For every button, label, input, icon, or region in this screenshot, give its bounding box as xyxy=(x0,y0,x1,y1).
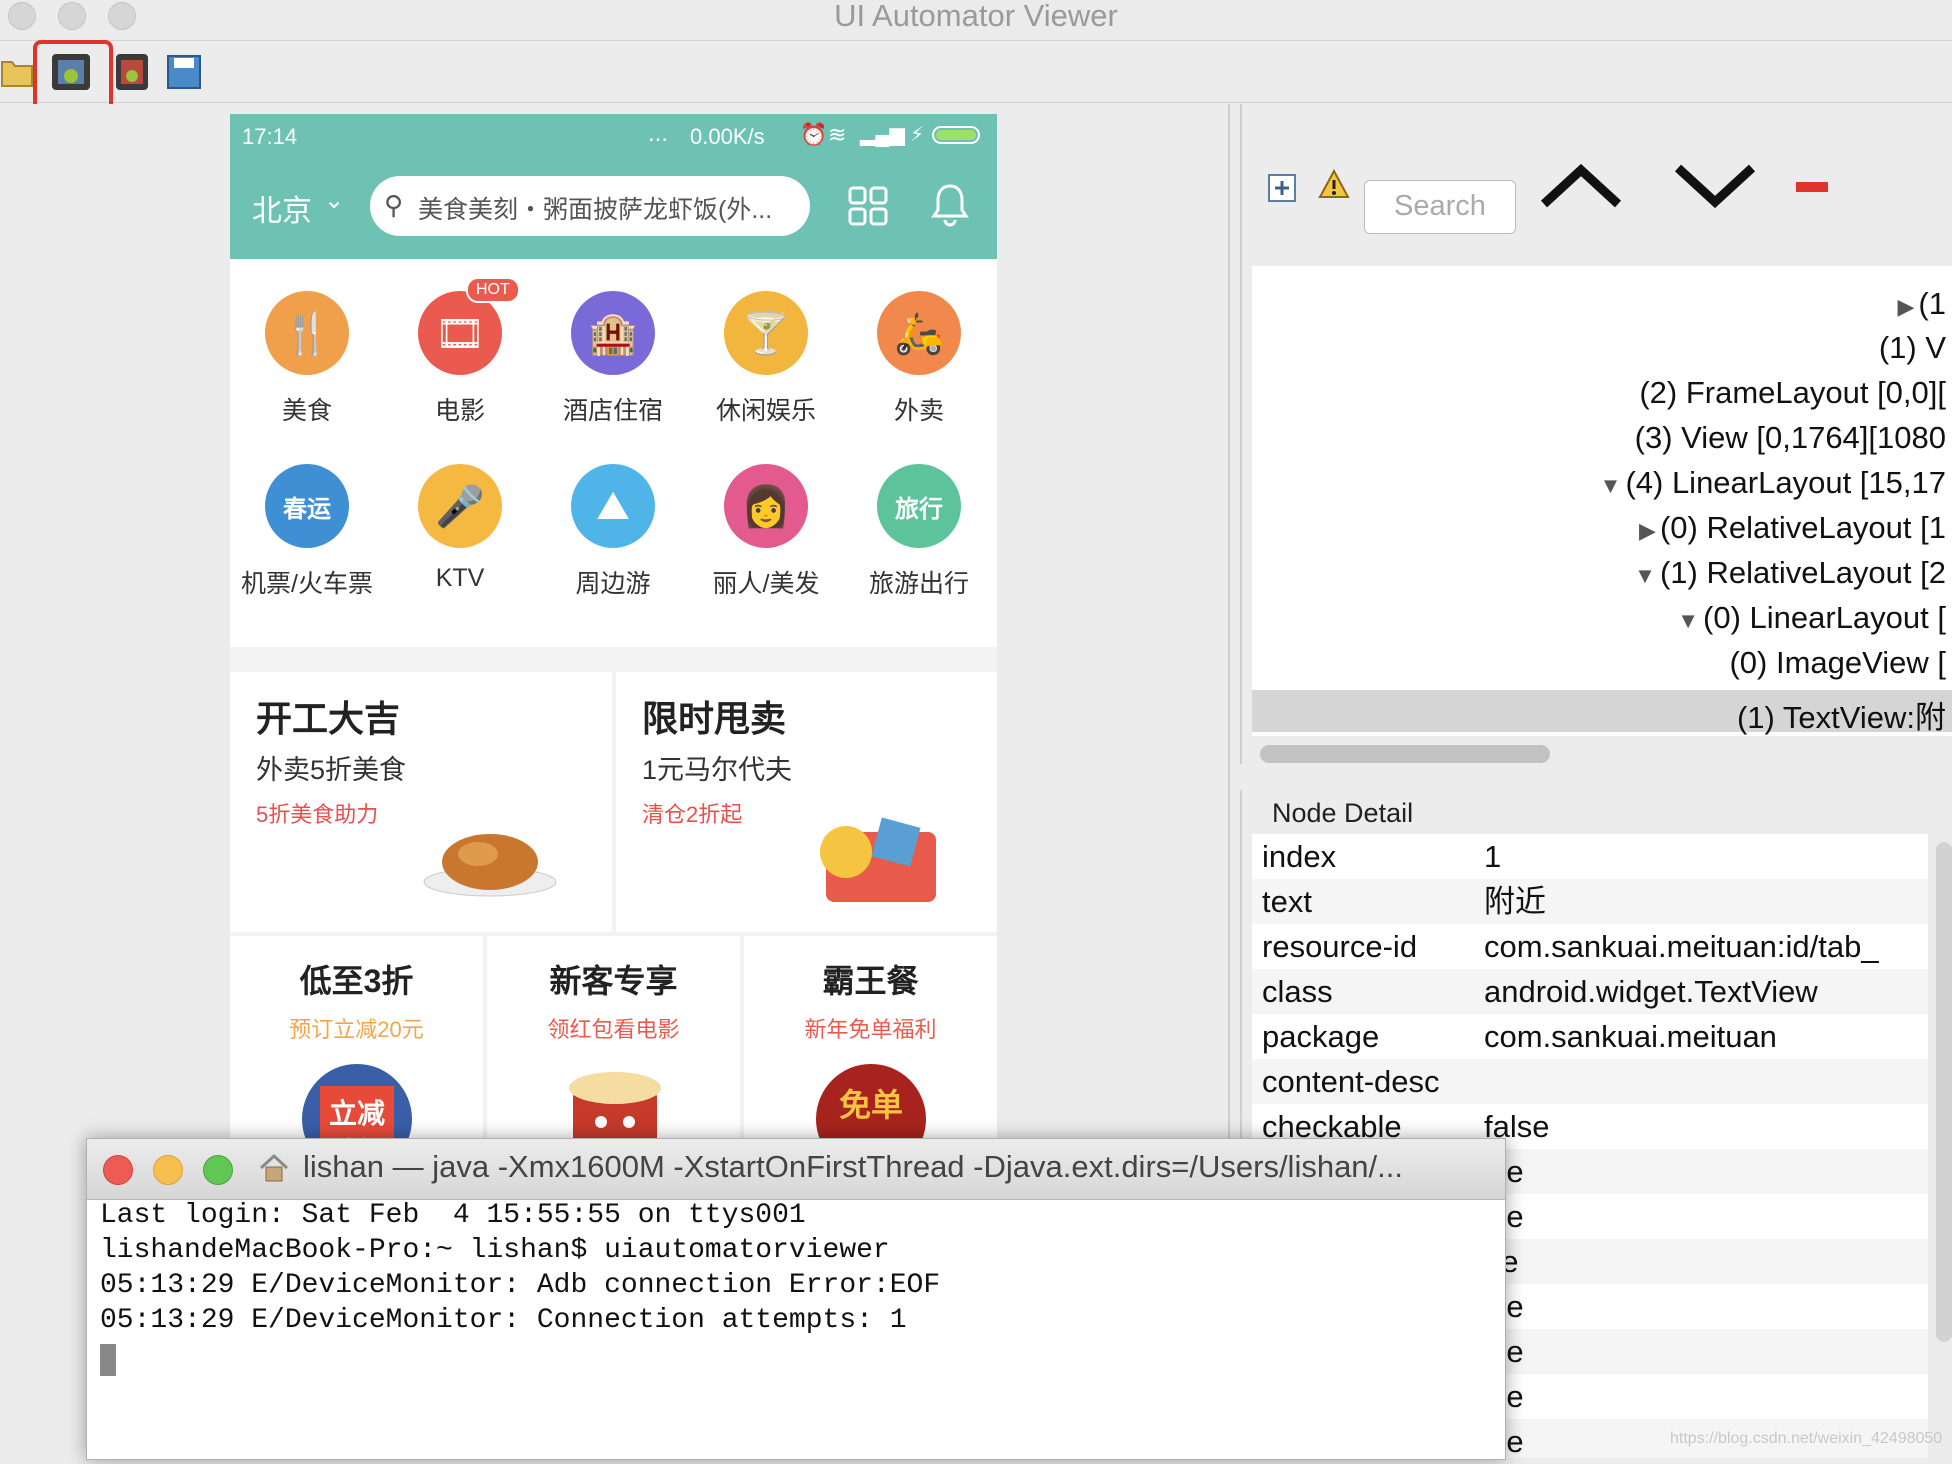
woman-icon: 👩 xyxy=(724,464,808,548)
detail-row[interactable]: index 1 xyxy=(1252,834,1928,879)
promo-card-free-meal[interactable]: 霸王餐 新年免单福利 免单 xyxy=(744,936,997,1164)
detail-row[interactable]: class android.widget.TextView xyxy=(1252,969,1928,1014)
chevron-down-icon[interactable] xyxy=(1672,160,1758,215)
bell-icon[interactable] xyxy=(930,182,970,233)
chevron-up-icon[interactable] xyxy=(1538,160,1624,215)
terminal-cursor xyxy=(100,1344,116,1376)
category-leisure[interactable]: 🍸 休闲娱乐 xyxy=(691,291,841,451)
device-screenshot-compressed-icon[interactable] xyxy=(112,50,152,94)
tree-node[interactable]: ▼ (1) RelativeLayout [2 xyxy=(1634,555,1946,591)
toolbar xyxy=(0,42,1952,103)
cocktail-icon: 🍸 xyxy=(724,291,808,375)
chevron-down-icon: ⌄ xyxy=(324,187,345,214)
detail-row[interactable]: text 附近 xyxy=(1252,879,1928,924)
tree-node-selected[interactable]: (1) TextView:附 xyxy=(1252,690,1952,735)
travel-icon: 旅行 xyxy=(877,464,961,548)
detail-row[interactable]: package com.sankuai.meituan xyxy=(1252,1014,1928,1059)
film-icon: 🎞 HOT xyxy=(418,277,520,375)
promo-card-kaigong[interactable]: 开工大吉 外卖5折美食 5折美食助力 xyxy=(230,672,612,932)
food-icon: 🍴 xyxy=(265,291,349,375)
scan-icon[interactable] xyxy=(848,186,888,231)
node-detail-title: Node Detail xyxy=(1272,798,1414,828)
search-input[interactable]: ⚲ 美食美刻・粥面披萨龙虾饭(外... xyxy=(370,176,810,236)
minus-icon[interactable] xyxy=(1796,182,1828,192)
category-hotel[interactable]: 🏨 酒店住宿 xyxy=(538,291,688,451)
charging-icon: ⚡ xyxy=(910,124,925,146)
status-dots: ... xyxy=(648,120,669,147)
tree-node[interactable]: (0) ImageView [ xyxy=(1725,645,1946,681)
category-food[interactable]: 🍴 美食 xyxy=(232,291,382,451)
promo-card-flash-sale[interactable]: 限时甩卖 1元马尔代夫 清仓2折起 xyxy=(616,672,997,932)
tree-node[interactable]: ▼ (0) LinearLayout [ xyxy=(1677,600,1946,636)
wifi-icon: ≋ xyxy=(828,122,847,147)
save-icon[interactable] xyxy=(164,50,204,94)
category-beauty[interactable]: 👩 丽人/美发 xyxy=(691,464,841,624)
hotel-icon: 🏨 xyxy=(571,291,655,375)
scooter-icon: 🛵 xyxy=(877,291,961,375)
horizontal-scrollbar[interactable] xyxy=(1260,745,1550,763)
terminal-title-bar: lishan — java -Xmx1600M -XstartOnFirstTh… xyxy=(87,1139,1505,1200)
tree-node[interactable]: ▶ (0) RelativeLayout [1 xyxy=(1639,510,1946,546)
roast-chicken-image xyxy=(420,812,560,907)
search-icon: ⚲ xyxy=(384,190,404,220)
terminal-line: Last login: Sat Feb 4 15:55:55 on ttys00… xyxy=(100,1200,806,1231)
gift-box-image xyxy=(796,792,946,917)
battery-icon xyxy=(932,126,980,144)
detail-row[interactable]: resource-id com.sankuai.meituan:id/tab_ xyxy=(1252,924,1928,969)
hot-badge: HOT xyxy=(466,277,520,303)
status-time: 17:14 xyxy=(242,124,298,149)
open-icon[interactable] xyxy=(0,50,34,94)
category-nearby-trip[interactable]: ⛰ 周边游 xyxy=(538,464,688,624)
promo-card-discount[interactable]: 低至3折 预订立减20元 立减20 xyxy=(230,936,483,1164)
window-title: UI Automator Viewer xyxy=(834,0,1118,33)
tree-node[interactable]: (2) FrameLayout [0,0][ xyxy=(1635,375,1946,411)
terminal-title: lishan — java -Xmx1600M -XstartOnFirstTh… xyxy=(303,1149,1404,1184)
terminal-close-button[interactable] xyxy=(103,1155,133,1185)
device-screenshot[interactable]: 17:14 ... 0.00K/s ⏰ ≋ ▂▄▆ ⚡ 北京 ⌄ ⚲ 美食美刻・… xyxy=(230,114,997,1164)
hierarchy-tree[interactable]: ▶ (1 (1) V (2) FrameLayout [0,0][ (3) Vie… xyxy=(1252,266,1952,736)
detail-row[interactable]: content-desc xyxy=(1252,1059,1928,1104)
microphone-icon: 🎤 xyxy=(418,464,502,548)
city-selector[interactable]: 北京 xyxy=(252,186,312,230)
home-icon xyxy=(257,1151,291,1190)
flight-icon: 春运 xyxy=(265,464,349,548)
category-movie[interactable]: 🎞 HOT 电影 xyxy=(385,277,535,451)
tree-node[interactable]: ▼ (4) LinearLayout [15,17 xyxy=(1600,465,1946,501)
status-speed: 0.00K/s xyxy=(690,124,765,149)
category-takeout[interactable]: 🛵 外卖 xyxy=(844,291,994,451)
terminal-line: 05:13:29 E/DeviceMonitor: Adb connection… xyxy=(100,1270,941,1301)
category-tickets[interactable]: 春运 机票/火车票 xyxy=(232,464,382,624)
landscape-icon: ⛰ xyxy=(571,464,655,548)
signal-icon: ▂▄▆ xyxy=(860,124,905,146)
expand-all-icon[interactable] xyxy=(1266,172,1298,209)
warning-icon[interactable] xyxy=(1318,168,1350,205)
terminal-line: 05:13:29 E/DeviceMonitor: Connection att… xyxy=(100,1305,907,1336)
promo-card-new-user[interactable]: 新客专享 领红包看电影 xyxy=(487,936,740,1164)
tree-node[interactable]: (1) V xyxy=(1875,330,1946,366)
category-ktv[interactable]: 🎤 KTV xyxy=(385,464,535,624)
alarm-icon: ⏰ xyxy=(800,122,828,147)
tree-node[interactable]: ▶ (1 xyxy=(1898,286,1947,322)
category-travel[interactable]: 旅行 旅游出行 xyxy=(844,464,994,624)
tree-node[interactable]: (3) View [0,1764][1080 xyxy=(1631,420,1946,456)
terminal-line: lishandeMacBook-Pro:~ lishan$ uiautomato… xyxy=(100,1235,890,1266)
window-title-bar: UI Automator Viewer xyxy=(0,0,1952,41)
category-grid: 🍴 美食 🎞 HOT 电影 🏨 酒店住宿 🍸 休闲娱乐 🛵 外卖 春运 机票/火… xyxy=(230,259,997,745)
terminal-minimize-button[interactable] xyxy=(153,1155,183,1185)
app-header: 17:14 ... 0.00K/s ⏰ ≋ ▂▄▆ ⚡ 北京 ⌄ ⚲ 美食美刻・… xyxy=(230,114,997,259)
search-field[interactable]: Search xyxy=(1364,180,1516,234)
search-placeholder: 美食美刻・粥面披萨龙虾饭(外... xyxy=(418,196,773,224)
watermark: https://blog.csdn.net/weixin_42498050 xyxy=(1670,1430,1943,1447)
terminal-zoom-button[interactable] xyxy=(203,1155,233,1185)
vertical-scrollbar[interactable] xyxy=(1936,842,1952,1342)
